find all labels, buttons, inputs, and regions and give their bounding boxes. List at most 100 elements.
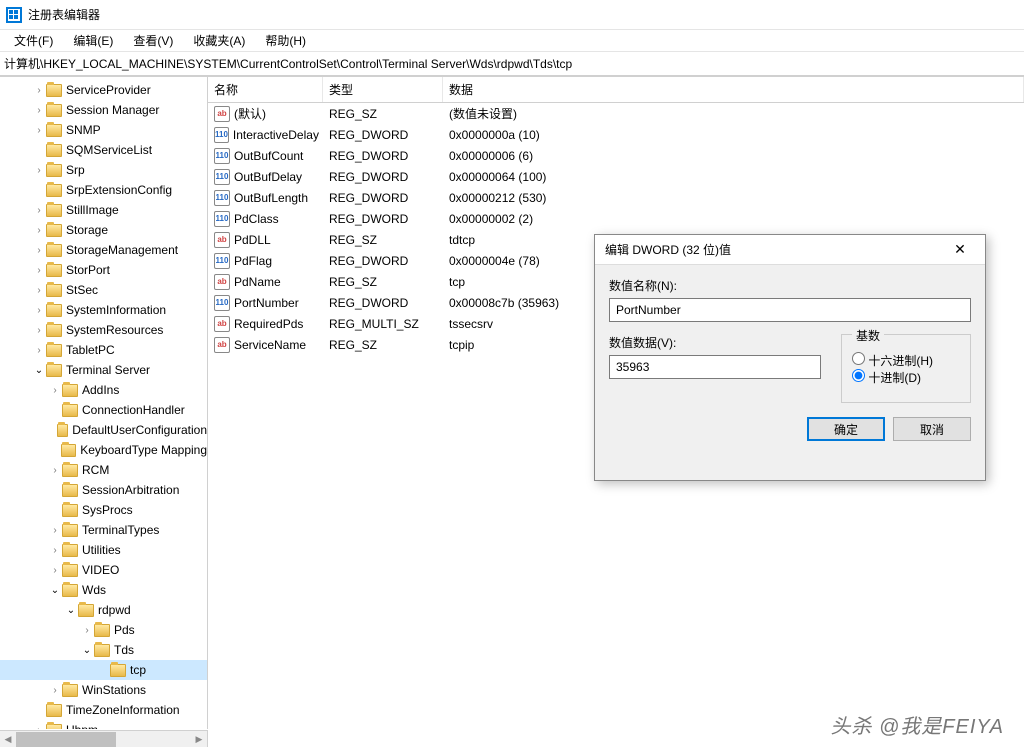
chevron-right-icon[interactable]: › (32, 285, 46, 296)
chevron-right-icon[interactable]: › (32, 305, 46, 316)
value-name: PdDLL (234, 233, 271, 247)
dword-value-icon: 110 (214, 127, 229, 143)
chevron-right-icon[interactable]: › (48, 545, 62, 556)
chevron-right-icon[interactable]: › (80, 625, 94, 636)
chevron-right-icon[interactable]: › (48, 565, 62, 576)
tree-item[interactable]: ›TabletPC (0, 340, 207, 360)
tree-item[interactable]: ›StorageManagement (0, 240, 207, 260)
address-bar[interactable]: 计算机\HKEY_LOCAL_MACHINE\SYSTEM\CurrentCon… (0, 52, 1024, 76)
chevron-right-icon[interactable]: › (32, 125, 46, 136)
radio-hex[interactable]: 十六进制(H) (852, 352, 960, 369)
list-row[interactable]: 110OutBufDelayREG_DWORD0x00000064 (100) (208, 166, 1024, 187)
list-row[interactable]: 110OutBufCountREG_DWORD0x00000006 (6) (208, 145, 1024, 166)
list-row[interactable]: 110InteractiveDelayREG_DWORD0x0000000a (… (208, 124, 1024, 145)
tree-item[interactable]: ⌄rdpwd (0, 600, 207, 620)
tree-item[interactable]: ›Session Manager (0, 100, 207, 120)
tree-item[interactable]: TimeZoneInformation (0, 700, 207, 720)
tree-item[interactable]: KeyboardType Mapping (0, 440, 207, 460)
scroll-left-icon[interactable]: ◀ (0, 731, 16, 747)
tree-item[interactable]: SessionArbitration (0, 480, 207, 500)
chevron-right-icon[interactable]: › (32, 325, 46, 336)
tree-item[interactable]: › Pds (0, 620, 207, 640)
list-row[interactable]: ab(默认)REG_SZ(数值未设置) (208, 103, 1024, 124)
tree-item[interactable]: ⌄Terminal Server (0, 360, 207, 380)
chevron-down-icon[interactable]: ⌄ (64, 605, 78, 616)
chevron-right-icon[interactable]: › (32, 725, 46, 730)
menu-view[interactable]: 查看(V) (123, 30, 183, 51)
chevron-down-icon[interactable]: ⌄ (32, 365, 46, 376)
chevron-right-icon[interactable]: › (32, 105, 46, 116)
menu-fav[interactable]: 收藏夹(A) (183, 30, 255, 51)
chevron-right-icon[interactable]: › (32, 85, 46, 96)
chevron-right-icon[interactable]: › (48, 685, 62, 696)
tree-item-label: Pds (114, 623, 135, 637)
tree-item-label: SystemInformation (66, 303, 166, 317)
folder-icon (46, 184, 62, 197)
scroll-thumb[interactable] (16, 732, 116, 747)
tree-item[interactable]: SrpExtensionConfig (0, 180, 207, 200)
value-type: REG_DWORD (323, 296, 443, 310)
tree-item[interactable]: ›AddIns (0, 380, 207, 400)
menu-edit[interactable]: 编辑(E) (63, 30, 123, 51)
value-data-field[interactable] (609, 355, 821, 379)
chevron-right-icon[interactable]: › (32, 225, 46, 236)
chevron-right-icon[interactable]: › (32, 165, 46, 176)
tree-item-label: ServiceProvider (66, 83, 151, 97)
chevron-right-icon[interactable]: › (32, 265, 46, 276)
chevron-down-icon[interactable]: ⌄ (80, 645, 94, 656)
string-value-icon: ab (214, 337, 230, 353)
menu-file[interactable]: 文件(F) (4, 30, 63, 51)
tree-item[interactable]: ›SNMP (0, 120, 207, 140)
col-data[interactable]: 数据 (443, 77, 1024, 102)
chevron-right-icon[interactable]: › (32, 245, 46, 256)
cancel-button[interactable]: 取消 (893, 417, 971, 441)
tree-item[interactable]: ›VIDEO (0, 560, 207, 580)
chevron-right-icon[interactable]: › (48, 385, 62, 396)
chevron-right-icon[interactable]: › (32, 205, 46, 216)
tree-item[interactable]: ›WinStations (0, 680, 207, 700)
tree-item[interactable]: ⌄Wds (0, 580, 207, 600)
col-name[interactable]: 名称 (208, 77, 323, 102)
tree-item[interactable]: › Ubpm (0, 720, 207, 729)
folder-icon (46, 344, 62, 357)
chevron-down-icon[interactable]: ⌄ (48, 585, 62, 596)
folder-icon (110, 664, 126, 677)
ok-button[interactable]: 确定 (807, 417, 885, 441)
tree-item[interactable]: › SystemInformation (0, 300, 207, 320)
tree-panel[interactable]: › ServiceProvider ›Session Manager›SNMPSQM… (0, 77, 208, 729)
tree-item[interactable]: ›StorPort (0, 260, 207, 280)
scroll-right-icon[interactable]: ▶ (191, 731, 207, 747)
tree-item[interactable]: DefaultUserConfiguration (0, 420, 207, 440)
tree-item[interactable]: ›SystemResources (0, 320, 207, 340)
tree-item[interactable]: ›TerminalTypes (0, 520, 207, 540)
col-type[interactable]: 类型 (323, 77, 443, 102)
tree-item[interactable]: ›RCM (0, 460, 207, 480)
tree-item[interactable]: ›Storage (0, 220, 207, 240)
value-name-field[interactable] (609, 298, 971, 322)
chevron-right-icon[interactable]: › (48, 465, 62, 476)
value-name: PortNumber (234, 296, 299, 310)
radio-dec[interactable]: 十进制(D) (852, 369, 960, 386)
tree-item[interactable]: tcp (0, 660, 207, 680)
tree-item[interactable]: ›Utilities (0, 540, 207, 560)
tree-item[interactable]: ›StSec (0, 280, 207, 300)
tree-item[interactable]: SysProcs (0, 500, 207, 520)
value-type: REG_DWORD (323, 254, 443, 268)
folder-icon (62, 584, 78, 597)
list-row[interactable]: 110OutBufLengthREG_DWORD0x00000212 (530) (208, 187, 1024, 208)
chevron-right-icon[interactable]: › (32, 345, 46, 356)
tree-item[interactable]: ConnectionHandler (0, 400, 207, 420)
watermark: 头杀 @我是FEIYA (830, 710, 1004, 739)
tree-item[interactable]: ›StillImage (0, 200, 207, 220)
tree-item[interactable]: ›Srp (0, 160, 207, 180)
folder-icon (62, 524, 78, 537)
tree-item-label: Ubpm (66, 723, 98, 729)
chevron-right-icon[interactable]: › (48, 525, 62, 536)
tree-item[interactable]: ⌄Tds (0, 640, 207, 660)
list-row[interactable]: 110PdClassREG_DWORD0x00000002 (2) (208, 208, 1024, 229)
menu-help[interactable]: 帮助(H) (255, 30, 316, 51)
tree-item[interactable]: › ServiceProvider (0, 80, 207, 100)
tree-item[interactable]: SQMServiceList (0, 140, 207, 160)
value-name: (默认) (234, 105, 266, 122)
close-icon[interactable]: ✕ (945, 241, 975, 258)
